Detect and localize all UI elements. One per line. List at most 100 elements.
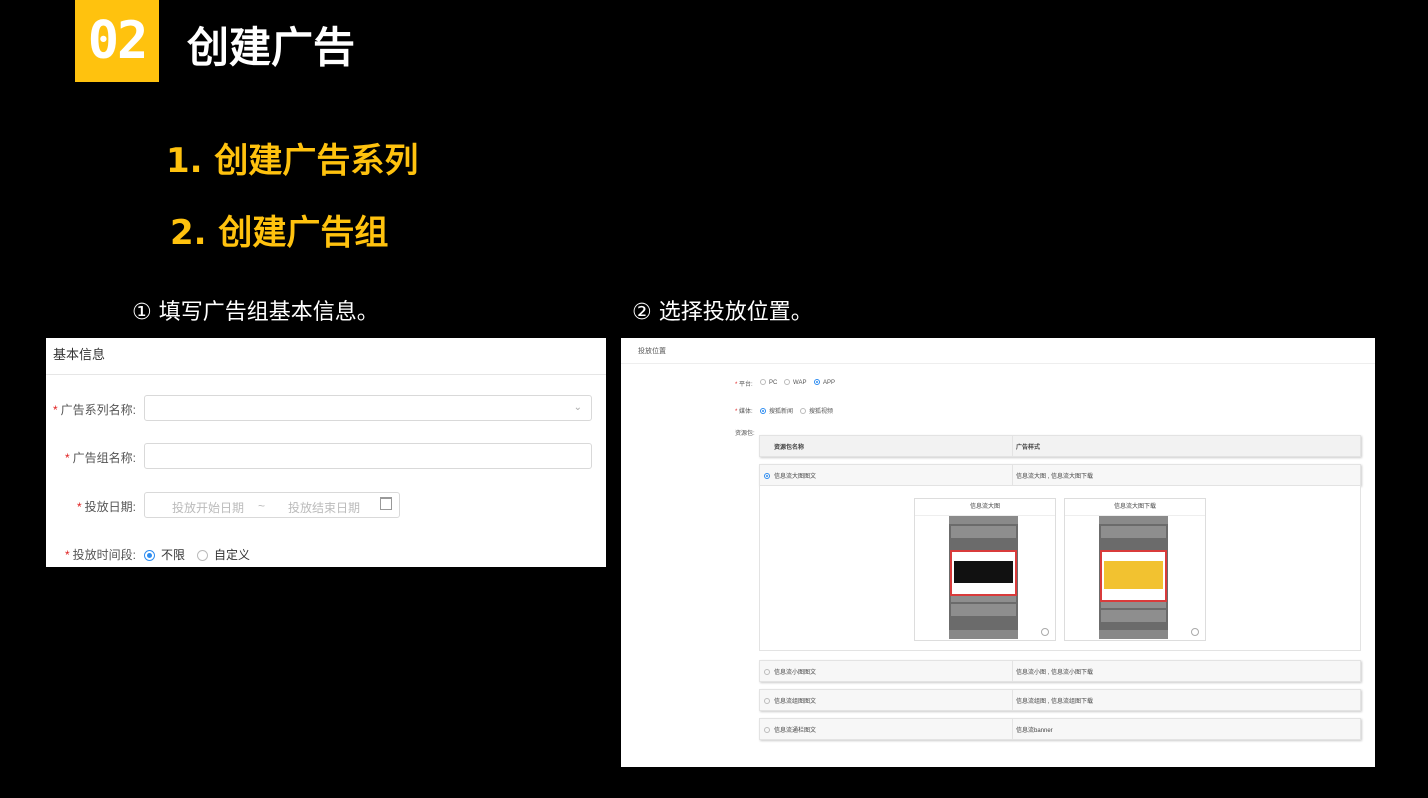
ad-slot-highlight: [950, 550, 1017, 596]
zoom-icon[interactable]: [1041, 628, 1049, 636]
page-title: 创建广告: [187, 23, 356, 72]
preview-card-large-image-download[interactable]: 信息流大图下载: [1064, 498, 1206, 641]
preview-card-large-image[interactable]: 信息流大图: [914, 498, 1056, 641]
section-number: 02: [87, 11, 149, 71]
phone-nav-bar: [1099, 630, 1168, 639]
row-name: 信息流通栏图文: [774, 728, 817, 734]
calendar-icon[interactable]: [380, 497, 392, 510]
table-row[interactable]: 信息流小图图文 信息流小图 , 信息流小图下载: [759, 660, 1361, 682]
table-header: 资源包名称 广告样式: [759, 435, 1361, 457]
preview-title: 信息流大图下载: [1065, 499, 1205, 516]
radio-checked-icon: [760, 408, 766, 414]
radio-checked-icon: [764, 473, 770, 479]
required-mark: *: [735, 409, 738, 415]
basic-info-header: 基本信息: [46, 338, 606, 375]
media-video-label: 搜狐视频: [809, 409, 834, 415]
placement-panel: 投放位置 * 平台: PC WAP APP * 媒体: 搜狐新闻 搜狐视频 资源…: [621, 338, 1375, 767]
date-start-placeholder: 投放开始日期: [172, 501, 245, 515]
row-style: 信息流大图 , 信息流大图下载: [1016, 474, 1094, 480]
platform-option-pc[interactable]: PC: [760, 379, 777, 386]
news-item: [951, 604, 1016, 616]
time-option-unlimited[interactable]: 不限: [144, 546, 185, 563]
media-label-text: 媒体:: [739, 409, 753, 415]
date-label: * 投放日期:: [77, 498, 136, 515]
media-option-video[interactable]: 搜狐视频: [800, 406, 833, 415]
radio-icon: [764, 669, 770, 675]
table-row[interactable]: 信息流组图图文 信息流组图 , 信息流组图下载: [759, 689, 1361, 711]
step-2: 2. 创建广告组: [170, 213, 389, 253]
time-slot-text: 投放时间段:: [72, 547, 136, 562]
substep-2-caption: ② 选择投放位置。: [632, 300, 813, 325]
series-name-text: 广告系列名称:: [60, 402, 136, 417]
row-name: 信息流大图图文: [774, 474, 817, 480]
section-number-badge: 02: [75, 0, 159, 82]
zoom-icon[interactable]: [1191, 628, 1199, 636]
media-label: * 媒体:: [735, 406, 753, 415]
required-mark: *: [76, 499, 82, 514]
date-text: 投放日期:: [84, 499, 136, 514]
time-slot-label: * 投放时间段:: [65, 546, 136, 563]
row-style: 信息流banner: [1016, 728, 1053, 734]
step-1: 1. 创建广告系列: [166, 141, 419, 181]
column-divider: [1012, 690, 1013, 710]
column-divider: [1012, 719, 1013, 739]
news-item: [1101, 526, 1166, 538]
series-name-row: * 广告系列名称: ⌄: [46, 395, 606, 423]
row-name: 信息流小图图文: [774, 670, 817, 676]
platform-label: * 平台:: [735, 379, 753, 388]
radio-icon: [764, 698, 770, 704]
media-option-news[interactable]: 搜狐新闻: [760, 406, 793, 415]
series-name-select[interactable]: ⌄: [144, 395, 592, 421]
news-item: [951, 526, 1016, 538]
required-mark: *: [52, 402, 58, 417]
col-style-header: 广告样式: [1016, 445, 1041, 451]
required-mark: *: [64, 450, 70, 465]
date-range-picker[interactable]: 投放开始日期 ~ 投放结束日期: [144, 492, 400, 518]
time-option-unlimited-label: 不限: [161, 547, 186, 562]
preview-title: 信息流大图: [915, 499, 1055, 516]
table-row[interactable]: 信息流通栏图文 信息流banner: [759, 718, 1361, 740]
table-row[interactable]: 信息流大图图文 信息流大图 , 信息流大图下载: [759, 464, 1361, 486]
time-slot-row: * 投放时间段: 不限 自定义: [46, 540, 606, 567]
news-item: [1101, 610, 1166, 622]
basic-info-form: 基本信息 * 广告系列名称: ⌄ * 广告组名称: * 投放日期: 投放开始日期 ~ …: [46, 338, 606, 567]
phone-nav-bar: [949, 630, 1018, 639]
substep-1-caption: ① 填写广告组基本信息。: [132, 300, 379, 325]
date-end-placeholder: 投放结束日期: [288, 501, 361, 515]
group-name-input[interactable]: [144, 443, 592, 469]
column-divider: [1012, 465, 1013, 485]
phone-top-bar: [949, 516, 1018, 524]
radio-icon: [197, 549, 208, 561]
ad-image: [1104, 561, 1163, 589]
radio-checked-icon: [814, 379, 820, 385]
column-divider: [1012, 661, 1013, 681]
column-divider: [1012, 436, 1013, 456]
row-style: 信息流小图 , 信息流小图下载: [1016, 670, 1094, 676]
radio-checked-icon: [144, 549, 155, 561]
platform-option-app[interactable]: APP: [814, 379, 835, 386]
radio-icon: [800, 408, 806, 414]
time-option-custom[interactable]: 自定义: [197, 546, 250, 563]
group-name-row: * 广告组名称:: [46, 443, 606, 471]
required-mark: *: [64, 547, 70, 562]
platform-option-wap[interactable]: WAP: [784, 379, 806, 386]
phone-mockup: [949, 516, 1018, 639]
col-name-header: 资源包名称: [774, 445, 805, 451]
radio-icon: [764, 727, 770, 733]
row-style: 信息流组图 , 信息流组图下载: [1016, 699, 1094, 705]
platform-app-label: APP: [823, 380, 836, 386]
placement-header: 投放位置: [621, 338, 1375, 364]
time-option-custom-label: 自定义: [214, 547, 251, 562]
date-row: * 投放日期: 投放开始日期 ~ 投放结束日期: [46, 492, 606, 520]
media-news-label: 搜狐新闻: [769, 409, 794, 415]
platform-pc-label: PC: [769, 380, 778, 386]
resource-label: 资源包:: [735, 431, 755, 437]
series-name-label: * 广告系列名称:: [53, 401, 136, 418]
phone-mockup: [1099, 516, 1168, 639]
platform-label-text: 平台:: [739, 382, 753, 388]
ad-previews: 信息流大图 信息流大图下载: [759, 486, 1361, 651]
radio-icon: [784, 379, 790, 385]
ad-slot-highlight: [1100, 550, 1167, 602]
platform-wap-label: WAP: [793, 380, 807, 386]
radio-icon: [760, 379, 766, 385]
